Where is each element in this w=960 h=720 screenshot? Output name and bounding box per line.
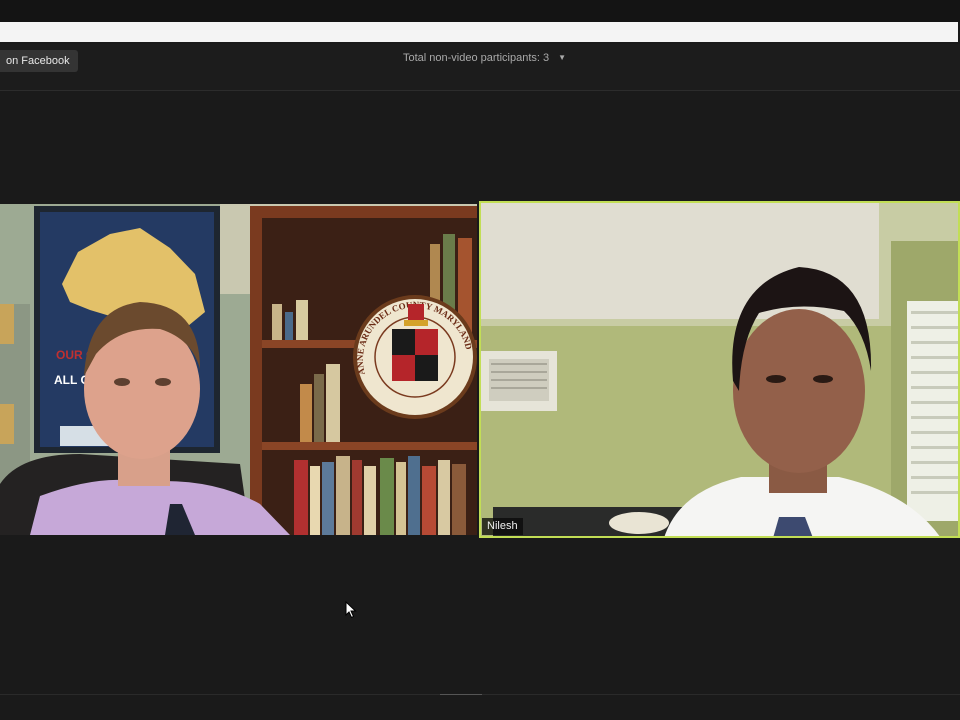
air-vent [481,351,557,411]
county-seal: ANNE ARUNDEL COUNTY MARYLAND [353,295,477,419]
video-tile-left[interactable]: OUR CO ALL OF ANNE ARUNDEL CO Y MARYLAND [0,204,477,535]
scroll-indicator [440,694,482,695]
video-feed-left: OUR CO ALL OF ANNE ARUNDEL CO Y MARYLAND [0,204,477,535]
video-tile-right[interactable] [479,201,960,538]
window-top-bar [0,0,960,22]
caret-down-icon: ▼ [558,53,567,62]
window-blinds [907,301,960,521]
live-on-facebook-button[interactable]: on Facebook [0,50,78,72]
participants-count-label: Total non-video participants: 3 [403,52,550,64]
video-feed-right [479,201,960,538]
non-video-participants-dropdown[interactable]: Total non-video participants: 3 ▼ [403,50,566,66]
mouse-pointer-icon [345,601,357,619]
meeting-banner [0,22,958,42]
participant-name-label: Nilesh [482,518,523,535]
